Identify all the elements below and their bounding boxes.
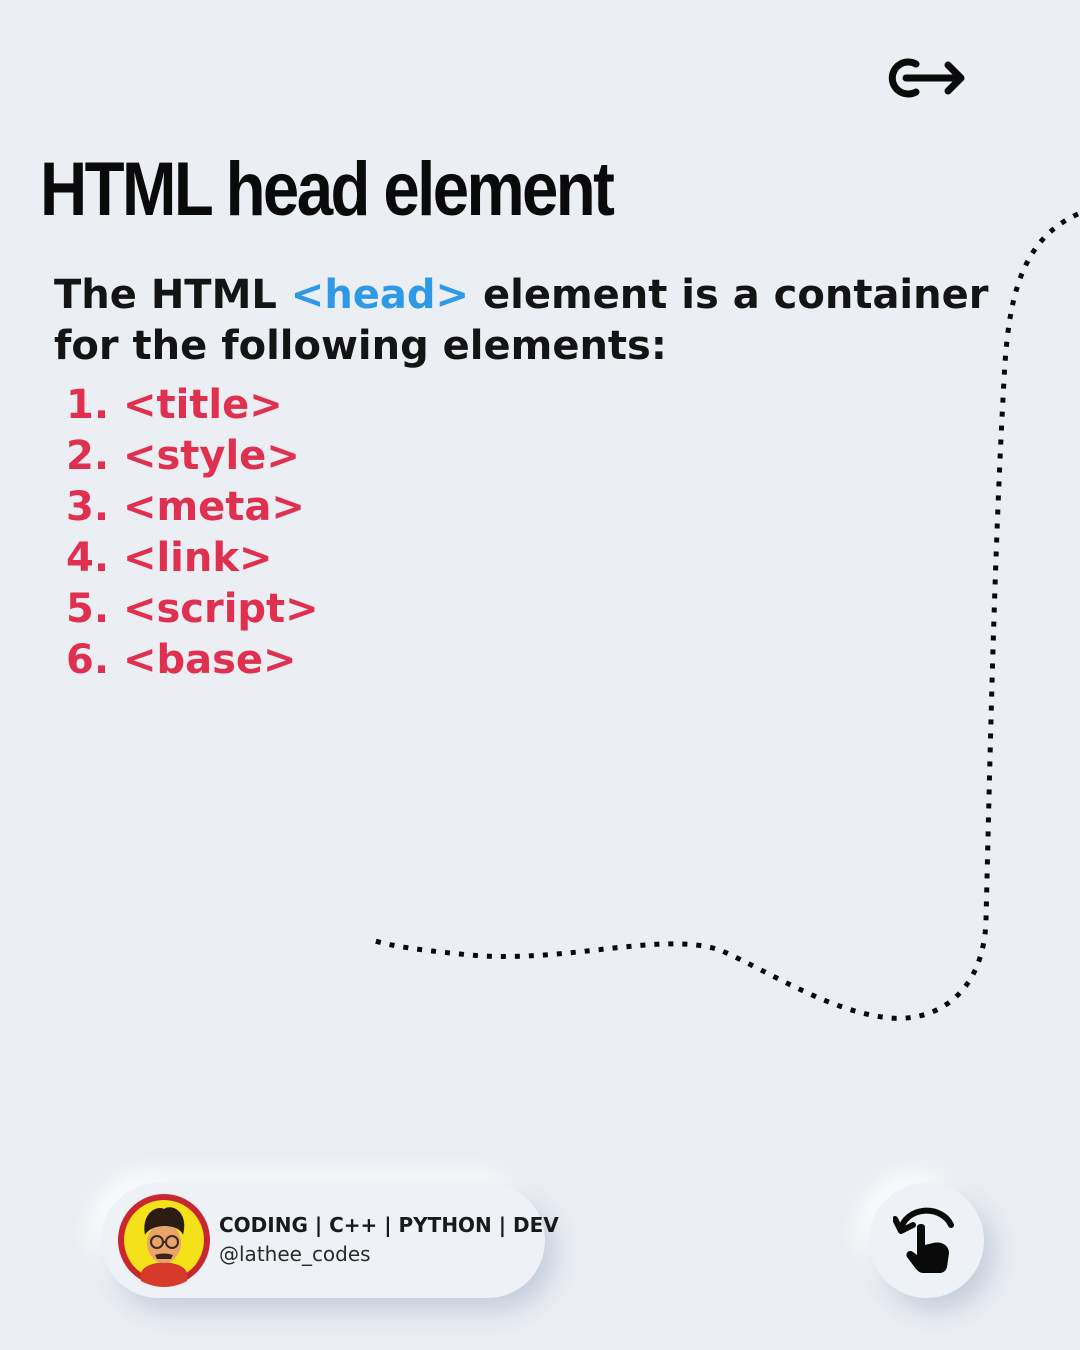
dotted-path-decoration (371, 211, 1080, 1021)
profile-card[interactable]: CODING | C++ | PYTHON | DEV @lathee_code… (101, 1183, 559, 1298)
cartoon-avatar-icon (118, 1194, 210, 1287)
profile-tagline: CODING | C++ | PYTHON | DEV (219, 1213, 559, 1237)
swipe-hand-icon (893, 1207, 954, 1273)
swipe-button[interactable] (869, 1183, 984, 1298)
profile-handle[interactable]: @lathee_codes (219, 1242, 371, 1266)
